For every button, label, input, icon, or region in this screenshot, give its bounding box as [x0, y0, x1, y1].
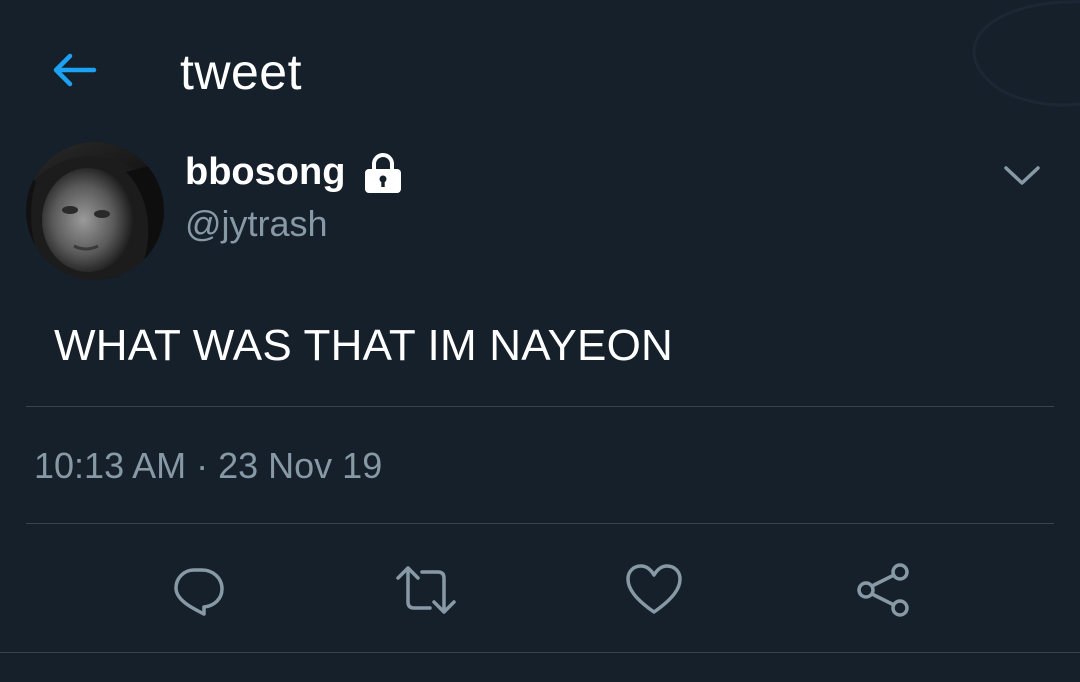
tweet-text: WHAT WAS THAT IM NAYEON	[54, 321, 674, 370]
timestamp-separator: ·	[196, 445, 209, 486]
tweet-menu-button[interactable]	[996, 150, 1048, 202]
retweet-icon	[396, 566, 456, 614]
user-display-name: bbosong	[185, 151, 346, 193]
divider	[26, 406, 1054, 407]
profile-photo	[26, 142, 164, 280]
reply-button[interactable]	[166, 558, 230, 622]
share-icon	[857, 563, 909, 617]
avatar[interactable]	[26, 142, 164, 280]
chevron-down-icon	[1004, 166, 1040, 185]
share-button[interactable]	[852, 558, 916, 622]
like-button[interactable]	[622, 558, 686, 622]
tweet-actions-bar	[0, 552, 1080, 628]
lock-icon	[365, 153, 402, 193]
divider	[26, 523, 1054, 524]
tweet-date: 23 Nov 19	[218, 445, 383, 486]
reply-icon	[174, 568, 224, 616]
back-arrow-icon	[53, 53, 97, 87]
retweet-button[interactable]	[394, 558, 458, 622]
top-bar: tweet	[0, 0, 1080, 140]
user-display-name-row[interactable]: bbosong	[185, 150, 403, 194]
heart-icon	[626, 564, 682, 614]
user-handle[interactable]: @jytrash	[185, 202, 328, 246]
tweet-timestamp[interactable]: 10:13 AM · 23 Nov 19	[34, 444, 382, 488]
divider	[0, 652, 1080, 653]
tweet-time: 10:13 AM	[34, 445, 187, 486]
page-title: tweet	[180, 44, 303, 100]
back-button[interactable]	[42, 40, 106, 100]
